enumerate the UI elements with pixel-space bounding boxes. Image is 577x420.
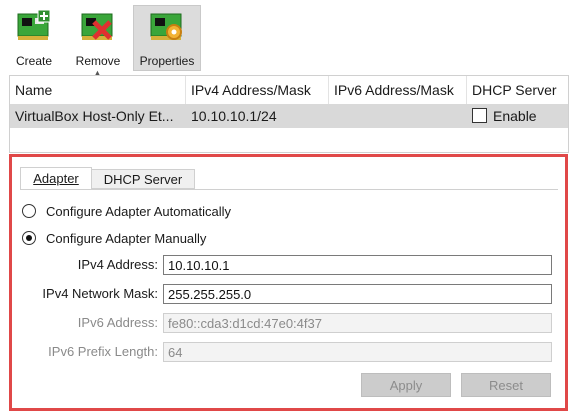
host-network-list: Name IPv4 Address/Mask IPv6 Address/Mask… <box>9 75 569 153</box>
ipv6-prefix-row: IPv6 Prefix Length: <box>22 342 158 362</box>
network-card-add-icon <box>17 10 51 40</box>
configure-automatically-label: Configure Adapter Automatically <box>46 204 231 219</box>
properties-button[interactable]: Properties <box>133 5 201 71</box>
configure-automatically-option[interactable]: Configure Adapter Automatically <box>22 203 282 221</box>
dhcp-enable-checkbox[interactable] <box>472 108 487 123</box>
column-header-ipv6[interactable]: IPv6 Address/Mask <box>329 76 467 104</box>
dhcp-enable-label: Enable <box>493 108 537 124</box>
column-header-ipv4[interactable]: IPv4 Address/Mask <box>186 76 329 104</box>
ipv6-address-label: IPv6 Address: <box>77 315 158 330</box>
tab-adapter-label: Adapter <box>33 171 79 186</box>
list-header: Name IPv4 Address/Mask IPv6 Address/Mask… <box>10 76 568 105</box>
configure-manually-radio[interactable] <box>22 231 36 245</box>
ipv6-address-input <box>163 313 552 333</box>
create-label: Create <box>15 54 53 68</box>
remove-button[interactable]: Remove <box>70 6 126 70</box>
ipv6-prefix-input <box>163 342 552 362</box>
reset-button[interactable]: Reset <box>461 373 551 397</box>
column-header-dhcp[interactable]: DHCP Server <box>467 76 568 104</box>
configure-automatically-radio[interactable] <box>22 204 36 218</box>
remove-label: Remove <box>75 54 121 68</box>
tab-adapter[interactable]: Adapter <box>20 167 92 190</box>
table-row[interactable]: VirtualBox Host-Only Et... 10.10.10.1/24… <box>10 104 568 128</box>
ipv4-address-row: IPv4 Address: <box>22 255 158 275</box>
row-ipv4: 10.10.10.1/24 <box>191 108 277 124</box>
network-card-remove-icon <box>81 13 113 40</box>
ipv6-prefix-label: IPv6 Prefix Length: <box>48 344 158 359</box>
configure-manually-option[interactable]: Configure Adapter Manually <box>22 230 282 248</box>
configure-manually-label: Configure Adapter Manually <box>46 231 207 246</box>
row-name: VirtualBox Host-Only Et... <box>15 108 174 124</box>
ipv4-mask-input[interactable] <box>163 284 552 304</box>
toolbar: Create Remove Properties ▲ <box>0 0 577 78</box>
ipv4-mask-row: IPv4 Network Mask: <box>22 284 158 304</box>
ipv4-mask-label: IPv4 Network Mask: <box>42 286 158 301</box>
column-header-name[interactable]: Name <box>10 76 186 104</box>
row-dhcp: Enable <box>467 104 568 128</box>
ipv4-address-label: IPv4 Address: <box>77 257 158 272</box>
properties-label: Properties <box>139 54 195 68</box>
tab-dhcp-label: DHCP Server <box>103 172 183 187</box>
tab-divider <box>20 189 558 190</box>
ipv4-address-input[interactable] <box>163 255 552 275</box>
create-button[interactable]: Create <box>8 6 60 70</box>
tab-dhcp-server[interactable]: DHCP Server <box>92 169 195 189</box>
network-card-settings-icon <box>150 13 182 40</box>
row-ipv6 <box>329 104 467 128</box>
apply-button[interactable]: Apply <box>361 373 451 397</box>
properties-panel: Adapter DHCP Server Configure Adapter Au… <box>9 154 568 411</box>
ipv6-address-row: IPv6 Address: <box>22 313 158 333</box>
